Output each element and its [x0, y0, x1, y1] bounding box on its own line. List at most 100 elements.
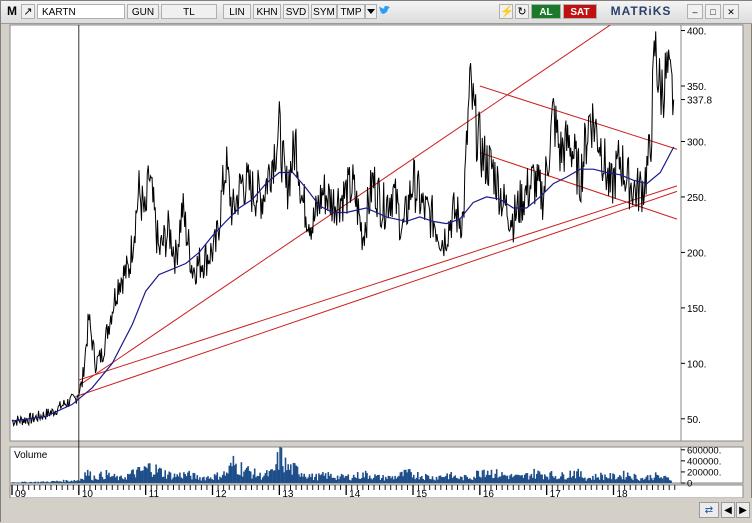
- volume-bar: [159, 468, 161, 483]
- last-price-label: 337.8: [687, 96, 712, 107]
- volume-bar: [349, 480, 351, 483]
- volume-bar: [178, 476, 180, 483]
- volume-bar: [115, 477, 117, 483]
- volume-bar: [640, 478, 642, 483]
- minimize-icon[interactable]: –: [687, 4, 703, 19]
- volume-bar: [658, 475, 660, 483]
- volume-bar: [461, 477, 463, 483]
- symbol-input[interactable]: KARTN: [37, 4, 125, 19]
- symbol-lookup-icon[interactable]: ↗: [21, 4, 35, 19]
- scroll-left-icon[interactable]: ◀: [721, 502, 735, 518]
- sync-icon[interactable]: ⇄: [699, 502, 719, 518]
- volume-bar: [31, 482, 33, 483]
- volume-bar: [374, 474, 376, 483]
- twitter-icon[interactable]: [378, 4, 392, 19]
- volume-bar: [632, 480, 634, 483]
- volume-bar: [235, 464, 237, 483]
- volume-bar: [326, 479, 328, 483]
- volume-bar: [377, 475, 379, 483]
- volume-bar: [497, 478, 499, 483]
- time-tick-label-6: 15: [416, 489, 428, 498]
- scroll-right-icon[interactable]: ▶: [736, 502, 750, 518]
- volume-bar: [301, 473, 303, 483]
- volume-bar: [250, 472, 252, 484]
- price-tick-label-4: 200.: [687, 248, 706, 259]
- currency-button[interactable]: TL: [161, 4, 217, 19]
- volume-tick-label-2: 200000.: [687, 467, 721, 478]
- lightning-icon[interactable]: ⚡: [499, 4, 513, 19]
- volume-bar: [392, 476, 394, 483]
- volume-bar: [283, 472, 285, 483]
- volume-bar: [174, 474, 176, 483]
- period-button[interactable]: GUN: [127, 4, 159, 19]
- volume-bar: [549, 472, 551, 483]
- time-tick-label-1: 10: [82, 489, 94, 498]
- chart-toolbar: M ↗ KARTN GUN TL LIN KHN SVD SYM TMP ⚡ ↻…: [1, 1, 752, 24]
- volume-bar: [246, 468, 248, 483]
- volume-bar: [43, 481, 45, 483]
- volume-bar: [130, 474, 132, 483]
- volume-bar: [86, 476, 88, 483]
- template-button[interactable]: TMP: [337, 4, 365, 19]
- buy-button[interactable]: AL: [531, 4, 561, 19]
- svd-button[interactable]: SVD: [283, 4, 309, 19]
- volume-bar: [446, 473, 448, 483]
- price-tick-label-6: 100.: [687, 359, 706, 370]
- volume-bar: [188, 471, 190, 483]
- khn-button[interactable]: KHN: [253, 4, 281, 19]
- time-tick-label-4: 13: [282, 489, 294, 498]
- volume-bar: [166, 479, 168, 483]
- volume-bar: [585, 481, 587, 483]
- volume-bar: [364, 477, 366, 483]
- volume-bar: [337, 476, 339, 483]
- chevron-down-icon[interactable]: [365, 4, 377, 19]
- price-tick-label-1: 350.: [687, 82, 706, 93]
- volume-bar: [334, 478, 336, 483]
- volume-bar: [663, 476, 665, 483]
- price-tick-label-3: 250.: [687, 193, 706, 204]
- volume-bar: [618, 477, 620, 483]
- volume-bar: [142, 470, 144, 483]
- volume-bar: [454, 475, 456, 483]
- volume-bar: [225, 476, 227, 483]
- volume-bar: [512, 477, 514, 483]
- volume-bar: [385, 477, 387, 483]
- sell-button[interactable]: SAT: [563, 4, 597, 19]
- volume-bar: [575, 478, 577, 483]
- volume-bar: [294, 463, 296, 483]
- volume-bar: [356, 478, 358, 483]
- price-panel: [10, 25, 681, 441]
- volume-bar: [221, 478, 223, 483]
- volume-bar: [524, 475, 526, 483]
- volume-bar: [195, 479, 197, 483]
- sym-button[interactable]: SYM: [311, 4, 337, 19]
- time-tick-label-9: 18: [617, 489, 629, 498]
- volume-bar: [75, 481, 77, 483]
- volume-bar: [83, 480, 85, 483]
- volume-bar: [35, 482, 37, 483]
- volume-bar: [410, 472, 412, 483]
- volume-bar: [319, 475, 321, 483]
- volume-bar: [279, 447, 281, 483]
- volume-bar: [366, 473, 368, 483]
- volume-bar: [203, 477, 205, 483]
- volume-bar: [567, 478, 569, 483]
- volume-bar: [311, 474, 313, 484]
- close-icon[interactable]: ✕: [723, 4, 739, 19]
- volume-bar: [191, 479, 193, 483]
- price-chart[interactable]: 400.350.300.250.200.150.100.50.337.8Volu…: [1, 23, 752, 498]
- volume-bar: [254, 469, 256, 484]
- volume-bar: [626, 477, 628, 483]
- volume-bar: [425, 474, 427, 483]
- volume-bar: [473, 477, 475, 483]
- refresh-icon[interactable]: ↻: [515, 4, 529, 19]
- volume-bar: [180, 477, 182, 483]
- maximize-icon[interactable]: □: [705, 4, 721, 19]
- linear-button[interactable]: LIN: [223, 4, 251, 19]
- volume-bar: [269, 471, 271, 483]
- volume-bar: [660, 477, 662, 483]
- volume-bar: [108, 473, 110, 483]
- volume-tick-label-1: 400000.: [687, 456, 721, 467]
- volume-bar: [28, 483, 30, 484]
- time-tick-label-2: 11: [149, 489, 160, 498]
